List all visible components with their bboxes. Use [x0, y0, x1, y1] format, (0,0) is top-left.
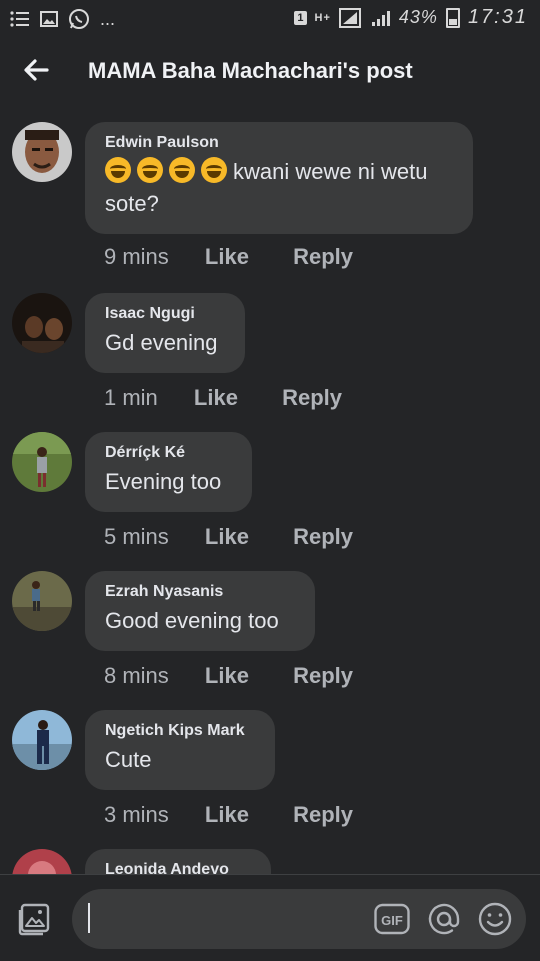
comment-text: Gd evening: [105, 330, 218, 355]
gif-label: GIF: [381, 913, 403, 928]
comment-meta: 1 min Like Reply: [104, 385, 380, 411]
avatar[interactable]: [12, 293, 72, 353]
signal-bars-icon: [371, 10, 390, 26]
like-button[interactable]: Like: [205, 663, 249, 688]
clock: 17:31: [467, 6, 528, 28]
arrow-left-icon: [24, 59, 49, 81]
comment-bubble[interactable]: Dérríçk Ké Evening too: [85, 432, 252, 512]
avatar[interactable]: [12, 571, 72, 631]
signal-icon: [338, 7, 361, 28]
image-icon: [40, 11, 58, 27]
smiley-icon: [478, 902, 512, 936]
reply-button[interactable]: Reply: [282, 385, 342, 410]
rofl-emoji-icon: [137, 157, 163, 183]
at-sign-icon: [428, 903, 460, 935]
comment-author[interactable]: Ezrah Nyasanis: [105, 583, 295, 601]
comment-input[interactable]: [92, 889, 376, 951]
photo-button[interactable]: [16, 901, 52, 937]
comment-bubble[interactable]: Isaac Ngugi Gd evening: [85, 293, 245, 373]
comment-author[interactable]: Isaac Ngugi: [105, 305, 225, 323]
comment-meta: 8 mins Like Reply: [104, 663, 391, 689]
more-dots-icon: ...: [100, 9, 116, 29]
gif-button[interactable]: GIF: [374, 901, 410, 937]
like-button[interactable]: Like: [205, 802, 249, 827]
comment-time: 3 mins: [104, 802, 169, 827]
comment-composer: GIF: [0, 874, 540, 961]
like-button[interactable]: Like: [205, 524, 249, 549]
status-bar: ... 1 H+ 43% 17:31: [0, 0, 540, 38]
comment-author[interactable]: Ngetich Kips Mark: [105, 722, 255, 740]
reply-button[interactable]: Reply: [293, 524, 353, 549]
comment-time: 5 mins: [104, 524, 169, 549]
comment-meta: 9 mins Like Reply: [104, 244, 391, 270]
comment-meta: 5 mins Like Reply: [104, 524, 391, 550]
sim-indicator: 1: [294, 10, 307, 25]
back-button[interactable]: [16, 50, 56, 90]
photo-gallery-icon: [18, 903, 50, 936]
comment-time: 9 mins: [104, 244, 169, 269]
status-left: ...: [10, 8, 115, 30]
page-title: MAMA Baha Machachari's post: [88, 58, 413, 83]
comment-text: kwani wewe ni wetu sote?: [105, 156, 453, 220]
reply-button[interactable]: Reply: [293, 663, 353, 688]
mention-button[interactable]: [426, 901, 462, 937]
avatar[interactable]: [12, 432, 72, 492]
comment-bubble[interactable]: Leonida Andeyo: [85, 849, 271, 874]
reply-button[interactable]: Reply: [293, 244, 353, 269]
comments-list[interactable]: Edwin Paulson kwani wewe ni wetu sote? 9…: [0, 106, 540, 874]
text-caret: [88, 903, 90, 933]
avatar[interactable]: [12, 122, 72, 182]
comment-author[interactable]: Leonida Andeyo: [105, 861, 251, 874]
whatsapp-icon: [69, 9, 89, 29]
rofl-emoji-icon: [105, 157, 131, 183]
reply-button[interactable]: Reply: [293, 802, 353, 827]
battery-icon: [445, 7, 460, 28]
avatar[interactable]: [12, 710, 72, 770]
status-right: 1 H+ 43% 17:31: [294, 6, 528, 29]
network-type: H+: [314, 11, 331, 24]
emoji-button[interactable]: [477, 901, 513, 937]
comment-author[interactable]: Dérríçk Ké: [105, 444, 232, 462]
comment-bubble[interactable]: Ezrah Nyasanis Good evening too: [85, 571, 315, 651]
comment-text: Good evening too: [105, 608, 279, 633]
comment-text: Cute: [105, 747, 152, 772]
comment-meta: 3 mins Like Reply: [104, 802, 391, 828]
comment-bubble[interactable]: Ngetich Kips Mark Cute: [85, 710, 275, 790]
rofl-emoji-icon: [169, 157, 195, 183]
avatar[interactable]: [12, 849, 72, 874]
like-button[interactable]: Like: [205, 244, 249, 269]
comment-author[interactable]: Edwin Paulson: [105, 134, 453, 152]
comment-bubble[interactable]: Edwin Paulson kwani wewe ni wetu sote?: [85, 122, 473, 234]
comment-time: 8 mins: [104, 663, 169, 688]
battery-percent: 43%: [398, 7, 438, 27]
comment-text: Evening too: [105, 469, 222, 494]
rofl-emoji-icon: [201, 157, 227, 183]
comment-input-box[interactable]: GIF: [72, 889, 526, 951]
menu-lines-icon: [10, 11, 29, 27]
comment-time: 1 min: [104, 385, 158, 410]
like-button[interactable]: Like: [194, 385, 238, 410]
post-header: MAMA Baha Machachari's post: [0, 38, 540, 106]
